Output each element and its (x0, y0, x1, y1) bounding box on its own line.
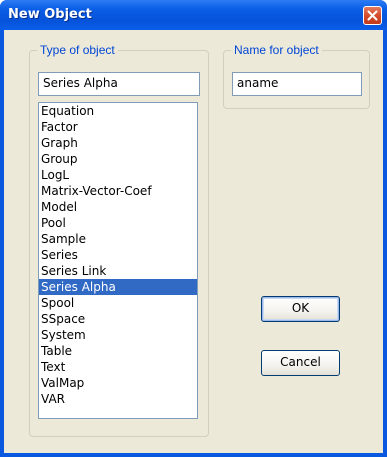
list-item[interactable]: Sample (39, 231, 197, 247)
dialog-title: New Object (8, 7, 92, 22)
object-name-input[interactable]: aname (232, 72, 362, 96)
list-item[interactable]: ValMap (39, 375, 197, 391)
list-item[interactable]: Graph (39, 135, 197, 151)
list-item[interactable]: Model (39, 199, 197, 215)
cancel-button[interactable]: Cancel (261, 350, 340, 376)
ok-button-label: OK (291, 301, 310, 315)
list-item[interactable]: Matrix-Vector-Coef (39, 183, 197, 199)
list-item[interactable]: Factor (39, 119, 197, 135)
list-item[interactable]: Series Alpha (39, 279, 197, 295)
close-button[interactable] (363, 6, 382, 25)
list-item[interactable]: Series Link (39, 263, 197, 279)
object-type-list[interactable]: Equation Factor Graph Group LogL Matrix-Vecto… (38, 102, 198, 419)
cancel-button-label: Cancel (280, 355, 321, 369)
list-item[interactable]: System (39, 327, 197, 343)
new-object-dialog: New Object Type of object Series Alpha E… (0, 0, 387, 457)
list-item[interactable]: Text (39, 359, 197, 375)
list-item[interactable]: SSpace (39, 311, 197, 327)
selected-type-field[interactable]: Series Alpha (38, 72, 200, 96)
list-item[interactable]: Pool (39, 215, 197, 231)
list-item[interactable]: LogL (39, 167, 197, 183)
list-item[interactable]: Series (39, 247, 197, 263)
list-item[interactable]: VAR (39, 391, 197, 407)
type-of-object-legend: Type of object (37, 42, 118, 58)
ok-button[interactable]: OK (261, 296, 340, 322)
dialog-body: Type of object Series Alpha Equation Fact… (4, 30, 383, 453)
list-item[interactable]: Equation (39, 103, 197, 119)
list-item[interactable]: Spool (39, 295, 197, 311)
list-item[interactable]: Group (39, 151, 197, 167)
name-for-object-legend: Name for object (231, 42, 322, 58)
list-item[interactable]: Table (39, 343, 197, 359)
close-icon (367, 10, 378, 21)
title-bar[interactable]: New Object (0, 0, 387, 30)
